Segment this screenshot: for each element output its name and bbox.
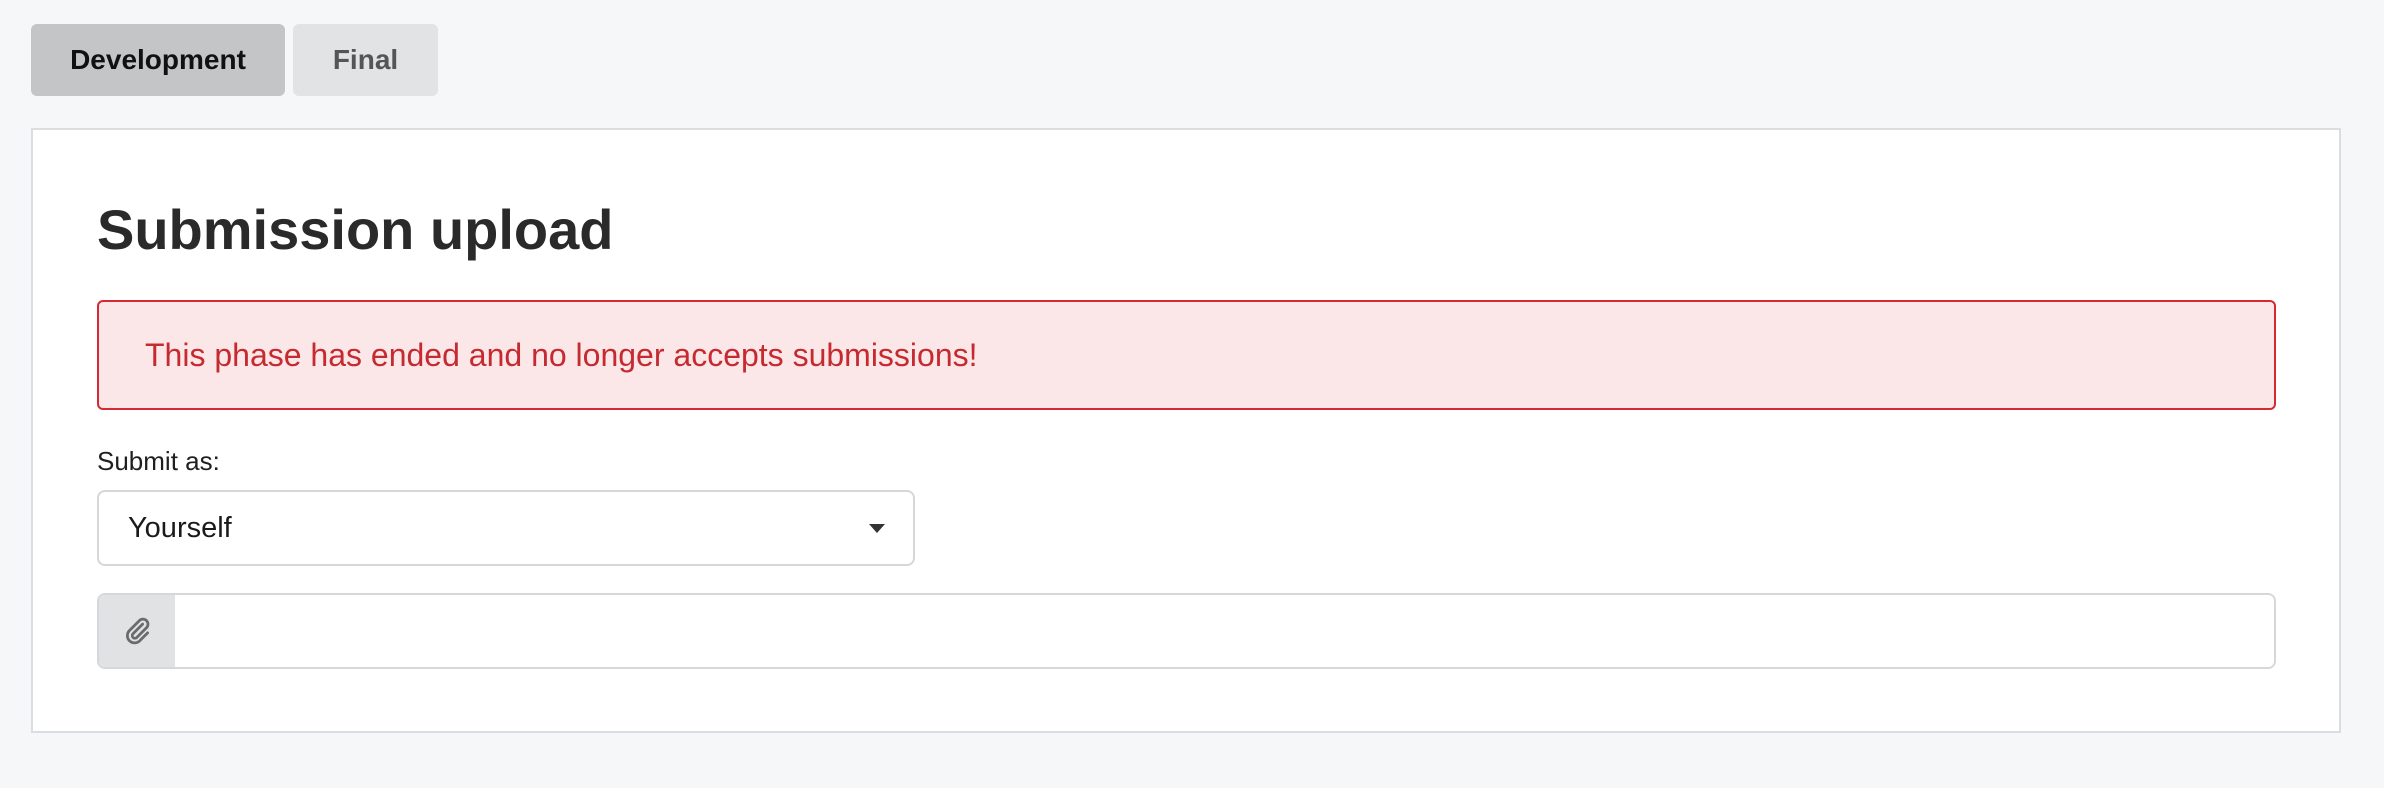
alert-text: This phase has ended and no longer accep… xyxy=(145,336,978,373)
paperclip-icon xyxy=(126,617,150,645)
submit-as-value: Yourself xyxy=(128,511,232,544)
submit-as-label: Submit as: xyxy=(97,446,220,476)
file-attach-button[interactable] xyxy=(99,595,175,667)
phase-ended-alert: This phase has ended and no longer accep… xyxy=(97,300,2276,410)
file-path-input[interactable] xyxy=(175,595,2274,667)
file-upload-group xyxy=(97,593,2276,669)
phase-tabs: Development Final xyxy=(31,24,438,96)
caret-down-icon xyxy=(869,524,885,533)
submission-panel: Submission upload This phase has ended a… xyxy=(31,128,2341,733)
page-title: Submission upload xyxy=(97,198,614,261)
tab-development[interactable]: Development xyxy=(31,24,285,96)
submit-as-select[interactable]: Yourself xyxy=(97,490,915,566)
tab-final[interactable]: Final xyxy=(293,24,438,96)
